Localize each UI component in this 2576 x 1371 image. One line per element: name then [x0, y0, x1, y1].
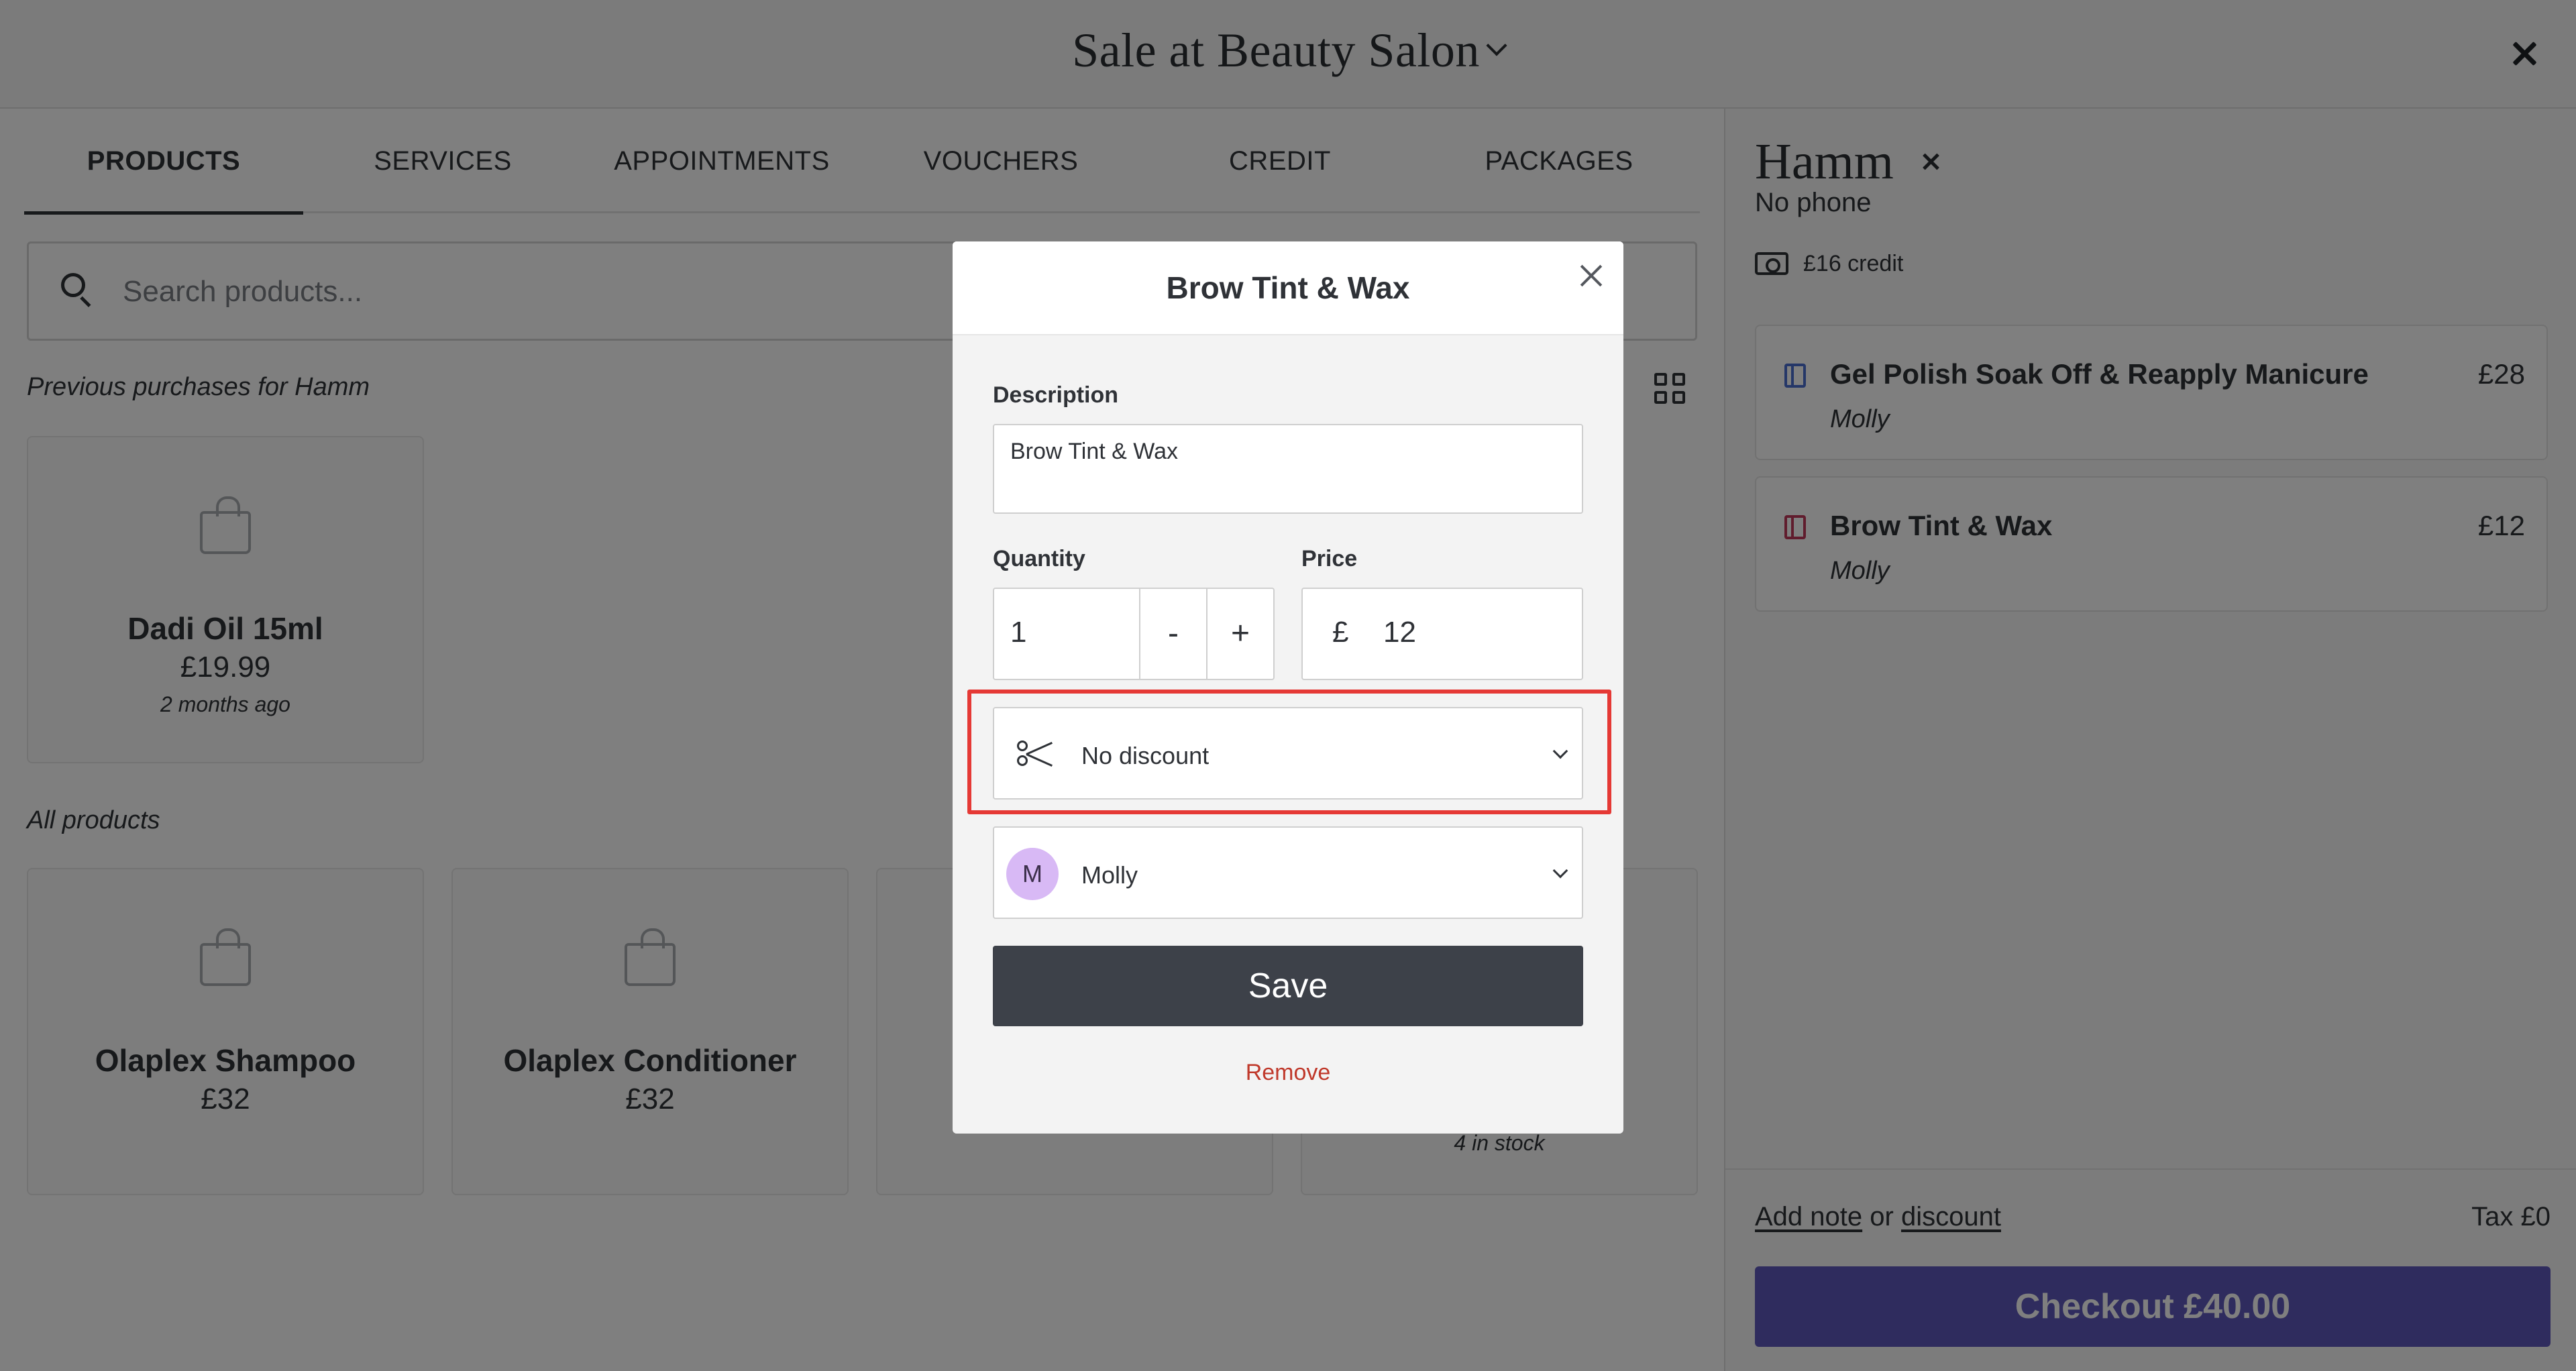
- increment-button[interactable]: +: [1206, 589, 1273, 679]
- price-value: 12: [1383, 616, 1416, 649]
- description-field[interactable]: Brow Tint & Wax: [993, 424, 1583, 514]
- remove-button[interactable]: Remove: [953, 1060, 1623, 1086]
- save-button[interactable]: Save: [993, 946, 1583, 1026]
- modal-title: Brow Tint & Wax: [1166, 270, 1410, 305]
- price-label: Price: [1301, 546, 1358, 571]
- avatar: M: [1006, 848, 1059, 900]
- modal-header: Brow Tint & Wax: [953, 241, 1623, 335]
- quantity-stepper: 1 - +: [993, 588, 1275, 680]
- description-label: Description: [993, 382, 1119, 408]
- price-field[interactable]: £ 12: [1301, 588, 1583, 680]
- decrement-button[interactable]: -: [1139, 589, 1206, 679]
- close-icon[interactable]: [1575, 259, 1609, 292]
- edit-item-modal: Brow Tint & Wax Description Brow Tint & …: [953, 241, 1623, 1134]
- staff-select[interactable]: M Molly: [993, 826, 1583, 919]
- chevron-down-icon: [1552, 863, 1568, 879]
- quantity-label: Quantity: [993, 546, 1085, 571]
- quantity-field[interactable]: 1: [1010, 616, 1026, 649]
- currency-symbol: £: [1332, 616, 1349, 649]
- staff-value: Molly: [1081, 861, 1138, 889]
- discount-highlight-box: [967, 690, 1611, 814]
